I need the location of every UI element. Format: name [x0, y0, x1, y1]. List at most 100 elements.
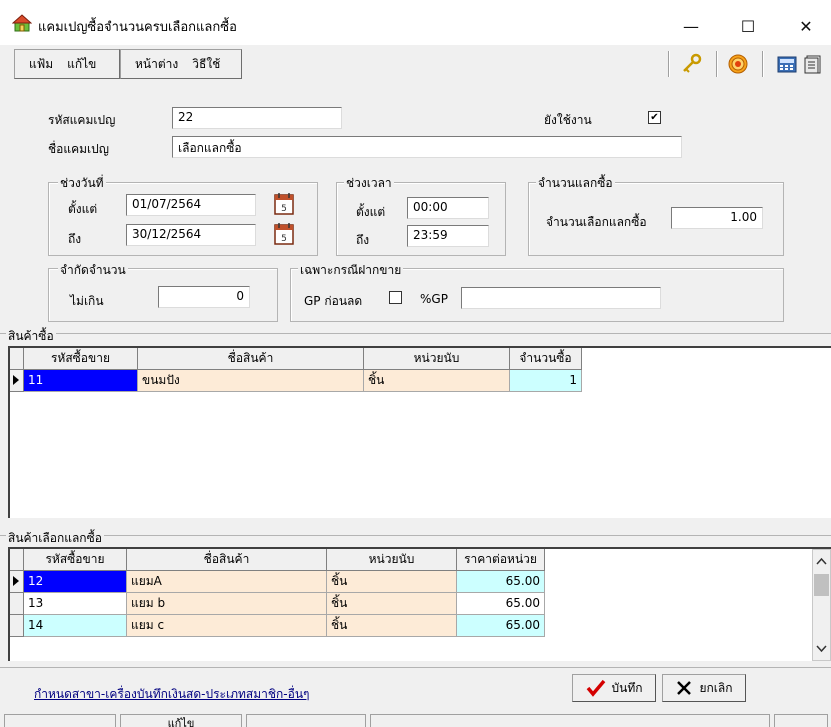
table-cell[interactable]: ชิ้น [327, 615, 457, 637]
redeem-header-unit[interactable]: หน่วยนับ [327, 549, 457, 571]
footer-divider [0, 667, 831, 668]
section-divider [0, 535, 831, 536]
cancel-button[interactable]: ยกเลิก [662, 674, 746, 702]
status-panel [4, 714, 116, 727]
calculator-icon[interactable] [775, 52, 799, 76]
date-range-title: ช่วงวันที่ [58, 174, 106, 193]
redeem-qty-title: จำนวนแลกซื้อ [536, 174, 615, 193]
maximize-button[interactable]: ☐ [725, 8, 771, 44]
buy-header-name[interactable]: ชื่อสินค้า [138, 348, 364, 370]
row-indicator[interactable] [10, 571, 24, 593]
gp-checkbox[interactable] [389, 291, 402, 304]
branch-settings-link[interactable]: กำหนดสาขา-เครื่องบันทึกเงินสด-ประเภทสมาช… [34, 685, 310, 704]
section-divider [0, 333, 831, 334]
menu-group-window: หน้าต่าง วิธีใช้ [120, 49, 242, 79]
table-cell[interactable]: 65.00 [457, 571, 545, 593]
table-cell[interactable]: แยม c [127, 615, 327, 637]
time-to-label: ถึง [356, 233, 370, 247]
table-cell[interactable]: 11 [24, 370, 138, 392]
active-label: ยังใช้งาน [544, 113, 592, 127]
save-label: บันทึก [611, 680, 643, 695]
vertical-scrollbar[interactable] [812, 549, 831, 661]
calendar-icon[interactable]: 5 [273, 222, 295, 246]
table-cell[interactable]: 65.00 [457, 615, 545, 637]
menu-howto[interactable]: วิธีใช้ [192, 55, 220, 74]
buy-header-unit[interactable]: หน่วยนับ [364, 348, 510, 370]
campaign-code-label: รหัสแคมเปญ [48, 113, 116, 127]
campaign-name-input[interactable]: เลือกแลกซื้อ [172, 136, 682, 158]
checkmark-icon [586, 679, 605, 697]
buy-header-code[interactable]: รหัสซื้อขาย [24, 348, 138, 370]
table-cell[interactable]: ขนมปัง [138, 370, 364, 392]
table-cell[interactable]: 14 [24, 615, 127, 637]
status-panel [246, 714, 366, 727]
campaign-code-input[interactable]: 22 [172, 107, 342, 129]
row-pointer-icon [13, 375, 19, 385]
campaign-name-label: ชื่อแคมเปญ [48, 142, 109, 156]
save-button[interactable]: บันทึก [572, 674, 656, 702]
redeem-header-price[interactable]: ราคาต่อหน่วย [457, 549, 545, 571]
document-icon[interactable] [801, 52, 825, 76]
svg-text:5: 5 [281, 234, 287, 244]
window-title: แคมเปญซื้อจำนวนครบเลือกแลกซื้อ [38, 20, 237, 35]
status-panel [774, 714, 828, 727]
status-panel-edit: แก้ไข [120, 714, 242, 727]
buy-header-qty[interactable]: จำนวนซื้อ [510, 348, 582, 370]
scroll-up-icon[interactable] [813, 553, 830, 569]
scroll-down-icon[interactable] [813, 641, 830, 657]
svg-text:5: 5 [281, 204, 287, 214]
toolbar-separator [668, 51, 670, 77]
table-cell[interactable]: แยม b [127, 593, 327, 615]
redeem-header-name[interactable]: ชื่อสินค้า [127, 549, 327, 571]
menu-file[interactable]: แฟ้ม [29, 55, 53, 74]
limit-input[interactable]: 0 [158, 286, 250, 308]
menu-edit[interactable]: แก้ไข [67, 55, 96, 74]
table-cell[interactable]: แยมA [127, 571, 327, 593]
date-to-input[interactable]: 30/12/2564 [126, 224, 256, 246]
house-icon [11, 14, 33, 32]
limit-label: ไม่เกิน [70, 294, 104, 308]
minimize-button[interactable]: — [668, 8, 714, 44]
table-cell[interactable]: 1 [510, 370, 582, 392]
time-to-input[interactable]: 23:59 [407, 225, 489, 247]
row-indicator[interactable] [10, 370, 24, 392]
row-pointer-icon [13, 576, 19, 586]
grid-corner [10, 549, 24, 571]
time-range-title: ช่วงเวลา [344, 174, 394, 193]
calendar-icon[interactable]: 5 [273, 192, 295, 216]
redeem-header-code[interactable]: รหัสซื้อขาย [24, 549, 127, 571]
table-cell[interactable]: 65.00 [457, 593, 545, 615]
x-icon [677, 681, 692, 695]
active-checkbox[interactable]: ✔ [648, 111, 661, 124]
time-from-label: ตั้งแต่ [356, 205, 386, 219]
gp-label: GP ก่อนลด [304, 294, 363, 308]
table-cell[interactable]: ชิ้น [364, 370, 510, 392]
scroll-thumb[interactable] [814, 574, 829, 596]
date-from-input[interactable]: 01/07/2564 [126, 194, 256, 216]
key-icon[interactable] [680, 52, 704, 76]
cancel-label: ยกเลิก [699, 680, 733, 695]
redeem-items-grid: รหัสซื้อขาย ชื่อสินค้า หน่วยนับ ราคาต่อห… [8, 547, 831, 661]
table-cell[interactable]: ชิ้น [327, 571, 457, 593]
date-to-label: ถึง [68, 232, 82, 246]
menu-group-main: แฟ้ม แก้ไข [14, 49, 120, 79]
status-panel [370, 714, 770, 727]
check-icon: ✔ [650, 111, 659, 123]
row-indicator[interactable] [10, 593, 24, 615]
table-cell[interactable]: 12 [24, 571, 127, 593]
menu-window[interactable]: หน้าต่าง [135, 55, 178, 74]
grid-corner [10, 348, 24, 370]
table-cell[interactable]: 13 [24, 593, 127, 615]
time-from-input[interactable]: 00:00 [407, 197, 489, 219]
target-icon[interactable] [726, 52, 750, 76]
redeem-qty-input[interactable]: 1.00 [671, 207, 763, 229]
consign-title: เฉพาะกรณีฝากขาย [298, 261, 404, 280]
pct-gp-input[interactable] [461, 287, 661, 309]
buy-items-title: สินค้าซื้อ [6, 327, 56, 346]
close-button[interactable]: ✕ [783, 8, 829, 44]
table-cell[interactable]: ชิ้น [327, 593, 457, 615]
row-indicator[interactable] [10, 615, 24, 637]
buy-items-grid: รหัสซื้อขาย ชื่อสินค้า หน่วยนับ จำนวนซื้… [8, 346, 831, 518]
redeem-items-title: สินค้าเลือกแลกซื้อ [6, 529, 104, 548]
pct-gp-label: %GP [420, 292, 448, 306]
